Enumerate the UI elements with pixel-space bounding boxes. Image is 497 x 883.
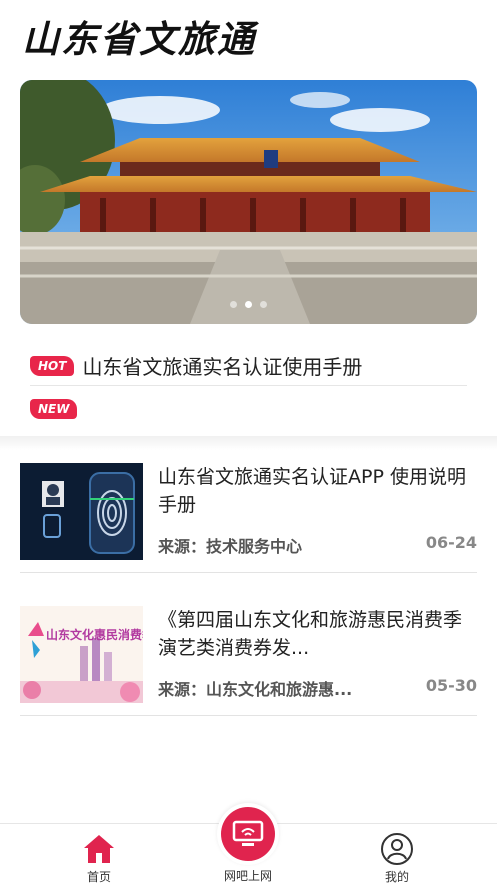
news-thumbnail[interactable]: 山东文化惠民消费季 — [20, 606, 143, 703]
carousel-dot[interactable] — [260, 301, 267, 308]
section-divider — [0, 436, 497, 450]
news-title[interactable]: 山东省文旅通实名认证APP 使用说明手册 — [158, 463, 477, 519]
banner-image — [20, 80, 477, 324]
tab-netcafe-label: 网吧上网 — [223, 869, 272, 883]
monitor-wifi-icon — [232, 820, 264, 846]
thumb-poster-text: 山东文化惠民消费季 — [46, 628, 143, 642]
tab-netcafe-circle — [221, 807, 275, 861]
news-item[interactable]: 山东省文旅通实名认证APP 使用说明手册 来源：技术服务中心 06-24 — [20, 463, 477, 573]
user-icon — [381, 833, 413, 865]
notice-hot[interactable]: HOT 山东省文旅通实名认证使用手册 — [30, 346, 467, 386]
tab-mine[interactable]: 我的 — [347, 824, 447, 883]
carousel-dots — [20, 301, 477, 308]
app-title: 山东省文旅通 — [22, 17, 256, 61]
notice-text[interactable]: 山东省文旅通实名认证使用手册 — [82, 351, 362, 380]
banner-carousel[interactable] — [20, 80, 477, 324]
news-source: 来源：技术服务中心 — [158, 537, 303, 556]
home-icon — [84, 835, 114, 863]
carousel-dot-active[interactable] — [245, 301, 252, 308]
tab-netcafe-button[interactable] — [217, 803, 279, 865]
news-date: 05-30 — [425, 676, 477, 695]
news-source: 来源：山东文化和旅游惠... — [158, 680, 353, 699]
face-fingerprint-scan-image — [20, 463, 143, 560]
notice-new[interactable]: NEW — [30, 398, 78, 419]
news-date: 06-24 — [425, 533, 477, 552]
new-badge: NEW — [30, 399, 78, 419]
tab-home[interactable]: 首页 — [49, 824, 149, 883]
news-item[interactable]: 山东文化惠民消费季 《第四届山东文化和旅游惠民消费季演艺类消费券发... 来源：… — [20, 606, 477, 716]
news-title[interactable]: 《第四届山东文化和旅游惠民消费季演艺类消费券发... — [158, 606, 477, 662]
tab-home-label: 首页 — [86, 870, 111, 883]
tab-mine-label: 我的 — [384, 870, 409, 883]
consumption-season-poster-image — [20, 606, 143, 703]
hot-badge: HOT — [30, 355, 75, 376]
carousel-dot[interactable] — [230, 301, 237, 308]
news-thumbnail[interactable] — [20, 463, 143, 560]
